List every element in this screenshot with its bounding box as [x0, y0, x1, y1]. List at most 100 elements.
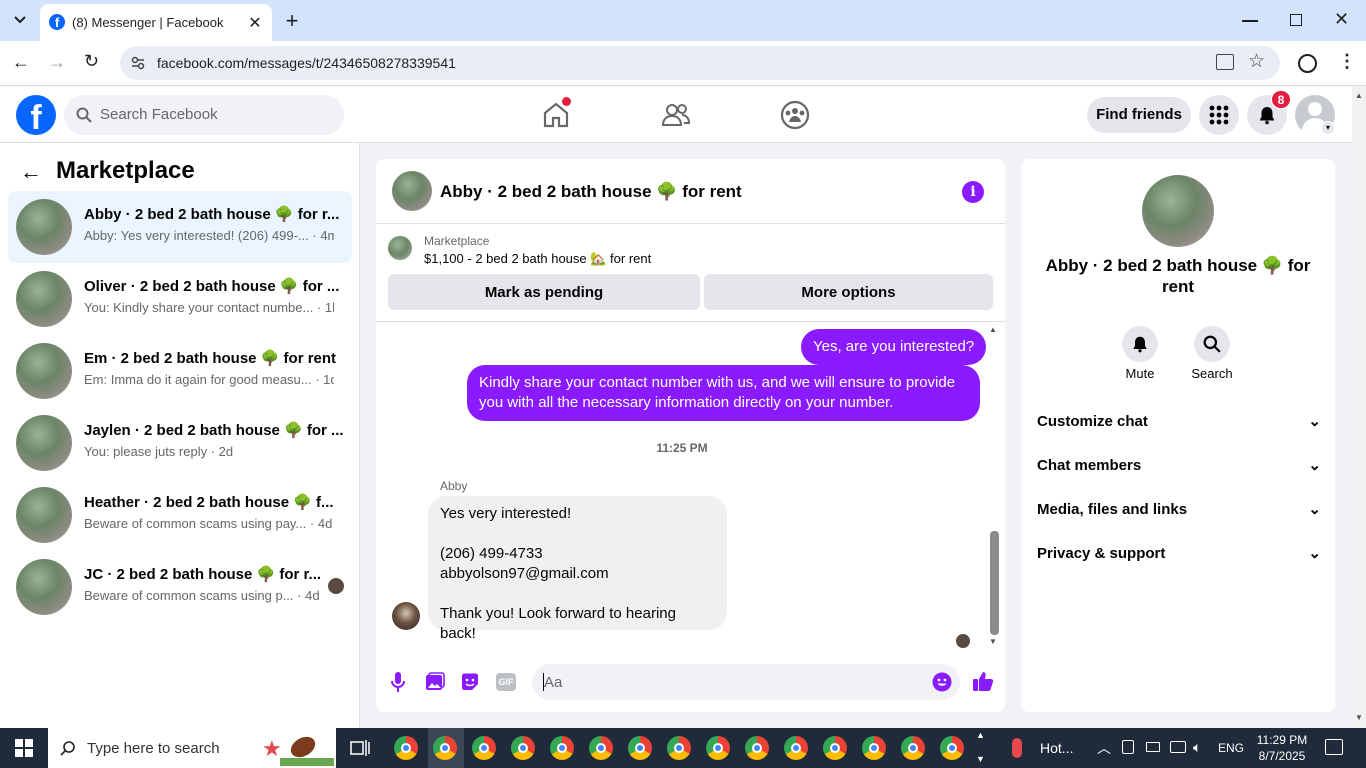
listing-source: Marketplace — [424, 234, 490, 248]
taskbar-scroll-down[interactable]: ▼ — [976, 754, 985, 764]
tab-title: (8) Messenger | Facebook — [72, 15, 224, 30]
chrome-taskbar-icon[interactable] — [901, 736, 925, 760]
chrome-taskbar-icon[interactable] — [745, 736, 769, 760]
info-icon[interactable]: i — [962, 181, 984, 203]
sender-avatar[interactable] — [392, 602, 420, 630]
home-nav-icon[interactable] — [540, 97, 572, 131]
bookmark-star-icon[interactable]: ☆ — [1248, 50, 1265, 73]
scroll-up-arrow[interactable]: ▲ — [989, 325, 997, 334]
scroll-down-arrow[interactable]: ▼ — [989, 637, 997, 646]
windows-start-icon[interactable] — [15, 739, 33, 757]
chrome-taskbar-icon[interactable] — [394, 736, 418, 760]
chrome-taskbar-icon[interactable] — [433, 736, 457, 760]
media-files-links-section[interactable]: Media, files and links ⌄ — [1037, 487, 1321, 531]
tab-close-icon[interactable]: ✕ — [246, 13, 264, 32]
photo-icon[interactable] — [425, 672, 445, 692]
profile-icon[interactable] — [1298, 54, 1317, 73]
minimize-icon[interactable] — [1242, 20, 1258, 22]
chat-scrollbar-thumb[interactable] — [990, 531, 999, 635]
outgoing-message: Kindly share your contact number with us… — [467, 365, 980, 421]
url-text[interactable]: facebook.com/messages/t/2434650827833954… — [157, 55, 456, 71]
chrome-taskbar-icon[interactable] — [784, 736, 808, 760]
conversation-item[interactable]: JC · 2 bed 2 bath house 🌳 for r... Bewar… — [8, 551, 352, 623]
more-options-button[interactable]: More options — [704, 274, 993, 310]
conversation-title: Em · 2 bed 2 bath house 🌳 for rent — [84, 350, 337, 367]
browser-tab[interactable]: f (8) Messenger | Facebook ✕ — [40, 4, 272, 41]
conversation-preview: Beware of common scams using pay... · 4d — [84, 516, 333, 531]
taskbar-search-box[interactable]: Type here to search ★ — [48, 728, 336, 768]
taskbar-scroll-up[interactable]: ▲ — [976, 730, 985, 740]
chrome-taskbar-icon[interactable] — [862, 736, 886, 760]
facebook-logo-icon[interactable]: f — [16, 95, 56, 135]
find-friends-button[interactable]: Find friends — [1087, 97, 1191, 133]
omnibox[interactable]: facebook.com/messages/t/2434650827833954… — [120, 46, 1280, 80]
back-arrow-icon[interactable]: ← — [12, 52, 30, 73]
chat-title[interactable]: Abby · 2 bed 2 bath house 🌳 for rent — [440, 182, 742, 202]
microphone-icon[interactable] — [390, 671, 406, 693]
chrome-taskbar-icon[interactable] — [823, 736, 847, 760]
meet-now-icon[interactable] — [1122, 740, 1134, 754]
thermometer-icon[interactable] — [1012, 738, 1022, 758]
language-indicator[interactable]: ENG — [1218, 741, 1244, 755]
emoji-icon[interactable] — [932, 672, 952, 692]
weather-text[interactable]: Hot... — [1040, 740, 1073, 756]
chrome-taskbar-icon[interactable] — [628, 736, 652, 760]
outgoing-message: Yes, are you interested? — [801, 329, 987, 365]
conversation-item[interactable]: Oliver · 2 bed 2 bath house 🌳 for ... Yo… — [8, 263, 352, 335]
network-icon[interactable] — [1170, 741, 1186, 753]
divider — [376, 223, 1005, 224]
privacy-support-section[interactable]: Privacy & support ⌄ — [1037, 531, 1321, 575]
listing-description[interactable]: $1,100 - 2 bed 2 bath house 🏡 for rent — [424, 251, 651, 267]
site-info-icon[interactable] — [130, 55, 146, 71]
conversation-title: Heather · 2 bed 2 bath house 🌳 f... — [84, 494, 334, 511]
conversation-item[interactable]: Heather · 2 bed 2 bath house 🌳 f... Bewa… — [8, 479, 352, 551]
sticker-icon[interactable] — [460, 672, 480, 692]
chrome-taskbar-icon[interactable] — [511, 736, 535, 760]
customize-chat-section[interactable]: Customize chat ⌄ — [1037, 399, 1321, 443]
page-scrollbar[interactable]: ▲ ▼ — [1352, 87, 1366, 728]
conversation-title: Oliver · 2 bed 2 bath house 🌳 for ... — [84, 278, 340, 295]
window-close-icon[interactable]: ✕ — [1334, 9, 1349, 30]
new-tab-icon[interactable]: + — [282, 8, 302, 33]
conversation-item[interactable]: Em · 2 bed 2 bath house 🌳 for rent Em: I… — [8, 335, 352, 407]
menu-grid-button[interactable] — [1199, 95, 1239, 135]
back-arrow-icon[interactable]: ← — [20, 159, 42, 185]
chrome-taskbar-icon[interactable] — [667, 736, 691, 760]
volume-icon[interactable]: 🔈︎ — [1193, 739, 1201, 756]
friends-nav-icon[interactable] — [660, 99, 692, 131]
gif-icon[interactable]: GIF — [496, 673, 516, 691]
tray-chevron-icon[interactable]: ︿ — [1097, 738, 1111, 758]
facebook-search-input[interactable]: Search Facebook — [64, 95, 344, 135]
search-in-conversation-button[interactable] — [1194, 326, 1230, 362]
forward-arrow-icon[interactable]: → — [48, 52, 66, 73]
chrome-taskbar-icon[interactable] — [550, 736, 574, 760]
account-chevron-icon[interactable]: ▾ — [1321, 121, 1335, 135]
chat-members-section[interactable]: Chat members ⌄ — [1037, 443, 1321, 487]
search-placeholder: Search Facebook — [100, 106, 218, 123]
kebab-menu-icon[interactable]: ⋮ — [1338, 51, 1356, 72]
reload-icon[interactable]: ↻ — [84, 51, 99, 72]
tab-search-icon[interactable] — [8, 8, 32, 32]
groups-nav-icon[interactable] — [779, 99, 811, 131]
details-avatar[interactable] — [1142, 175, 1214, 247]
message-input[interactable]: Aa — [532, 664, 960, 700]
notification-center-icon[interactable] — [1325, 739, 1343, 755]
mark-as-pending-button[interactable]: Mark as pending — [388, 274, 700, 310]
chrome-taskbar-icon[interactable] — [589, 736, 613, 760]
chrome-taskbar-icon[interactable] — [940, 736, 964, 760]
mute-button[interactable] — [1122, 326, 1158, 362]
conversation-item[interactable]: Jaylen · 2 bed 2 bath house 🌳 for ... Yo… — [8, 407, 352, 479]
install-app-icon[interactable] — [1216, 54, 1234, 70]
task-view-icon[interactable] — [350, 739, 370, 757]
thumbs-up-icon[interactable] — [972, 670, 994, 692]
clock[interactable]: 11:29 PM 8/7/2025 — [1256, 732, 1308, 764]
conversation-item[interactable]: Abby · 2 bed 2 bath house 🌳 for r... Abb… — [8, 191, 352, 263]
restore-icon[interactable] — [1290, 14, 1302, 26]
chrome-taskbar-icon[interactable] — [472, 736, 496, 760]
windows-taskbar: Type here to search ★ ▲ ▼ Hot... ︿ 🔈︎ EN… — [0, 728, 1366, 768]
address-bar-row: ← → ↻ facebook.com/messages/t/2434650827… — [0, 41, 1366, 86]
battery-icon[interactable] — [1146, 742, 1160, 752]
chrome-taskbar-icon[interactable] — [706, 736, 730, 760]
chat-avatar[interactable] — [392, 171, 432, 211]
notification-count-badge: 8 — [1271, 90, 1291, 109]
